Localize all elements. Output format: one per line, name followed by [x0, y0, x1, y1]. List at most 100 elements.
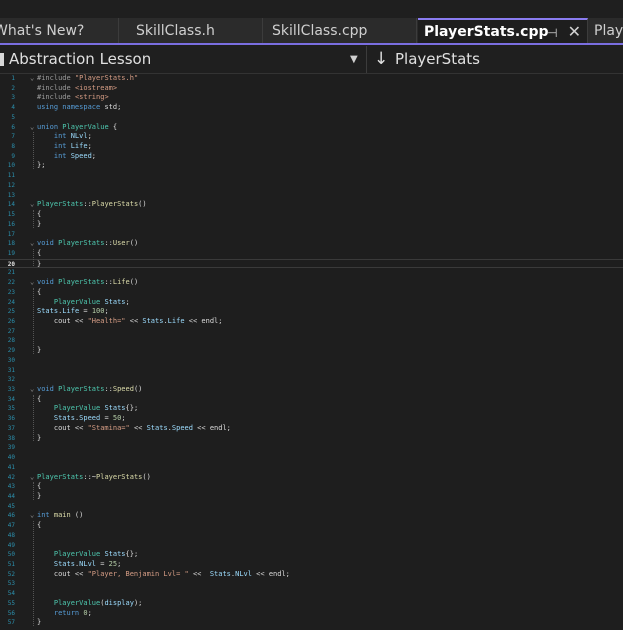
- code-token: <<: [125, 317, 143, 325]
- code-line[interactable]: 27: [0, 327, 623, 337]
- code-line[interactable]: 4 using namespace std;: [0, 103, 623, 113]
- tab-whats-new[interactable]: What's New?: [0, 18, 119, 44]
- code-token: display: [104, 598, 134, 607]
- code-line[interactable]: 44}: [0, 492, 623, 502]
- line-number: 37: [7, 424, 15, 432]
- tab-playerstats-cpp[interactable]: PlayerStats.cpp ⊣ ✕: [418, 18, 588, 44]
- code-line[interactable]: 31: [0, 366, 623, 376]
- code-line[interactable]: 25 Stats.Life = 100;: [0, 307, 623, 317]
- code-line[interactable]: 49: [0, 541, 623, 551]
- code-line[interactable]: 39: [0, 443, 623, 453]
- code-line[interactable]: 3 #include <string>: [0, 93, 623, 103]
- code-line[interactable]: 18 ⌄ void PlayerStats::User(): [0, 239, 623, 249]
- code-line[interactable]: 47 {: [0, 521, 623, 531]
- code-line[interactable]: 34 {: [0, 395, 623, 405]
- line-number: 53: [7, 580, 15, 588]
- code-line[interactable]: 41: [0, 463, 623, 473]
- code-line[interactable]: 52 cout << "Player, Benjamin Lvl= " << S…: [0, 570, 623, 580]
- code-text: void PlayerStats::Life(): [37, 278, 138, 288]
- code-line[interactable]: 9 int Speed;: [0, 152, 623, 162]
- code-line[interactable]: 51 Stats.NLvl = 25;: [0, 560, 623, 570]
- code-token: }: [37, 433, 42, 442]
- code-line[interactable]: 11: [0, 171, 623, 181]
- code-line[interactable]: 10};: [0, 161, 623, 171]
- code-text: using namespace std;: [37, 103, 121, 113]
- code-line[interactable]: 55 PlayerValue(display);: [0, 599, 623, 609]
- tab-overflow[interactable]: Playe: [588, 18, 623, 44]
- fold-chevron-icon[interactable]: ⌄: [30, 239, 34, 249]
- code-text: }: [37, 346, 41, 356]
- code-text: cout << "Player, Benjamin Lvl= " << Stat…: [37, 570, 290, 580]
- code-line[interactable]: 24 PlayerValue Stats;: [0, 298, 623, 308]
- code-line[interactable]: 53: [0, 579, 623, 589]
- code-line[interactable]: 1 ⌄ #include "PlayerStats.h": [0, 74, 623, 84]
- fold-chevron-icon[interactable]: ⌄: [30, 200, 34, 210]
- code-line[interactable]: 57}: [0, 618, 623, 628]
- code-line[interactable]: 12: [0, 181, 623, 191]
- code-editor[interactable]: 1 ⌄ #include "PlayerStats.h" 2 #include <ios…: [0, 74, 623, 630]
- code-line[interactable]: 7 int NLvl;: [0, 132, 623, 142]
- code-token: PlayerStats: [58, 278, 105, 287]
- code-text: #include <string>: [37, 93, 109, 103]
- code-token: }: [37, 346, 42, 355]
- fold-chevron-icon[interactable]: ⌄: [30, 123, 34, 133]
- code-line[interactable]: 40: [0, 453, 623, 463]
- code-line[interactable]: 17: [0, 230, 623, 240]
- code-line[interactable]: 54: [0, 589, 623, 599]
- code-line[interactable]: 26 cout << "Health=" << Stats.Life << en…: [0, 317, 623, 327]
- fold-chevron-icon[interactable]: ⌄: [30, 74, 34, 84]
- code-line[interactable]: 46 ⌄ int main (): [0, 511, 623, 521]
- tab-skillclass-cpp[interactable]: SkillClass.cpp: [266, 18, 417, 44]
- code-line[interactable]: 8 int Life;: [0, 142, 623, 152]
- project-scope-label: Abstraction Lesson: [9, 50, 152, 68]
- code-line[interactable]: 21: [0, 268, 623, 278]
- code-line[interactable]: 20}: [0, 258, 623, 269]
- code-line[interactable]: 48: [0, 531, 623, 541]
- code-line[interactable]: 23 {: [0, 288, 623, 298]
- code-line[interactable]: 22 ⌄ void PlayerStats::Life(): [0, 278, 623, 288]
- code-line[interactable]: 16}: [0, 220, 623, 230]
- code-line[interactable]: 2 #include <iostream>: [0, 84, 623, 94]
- pin-icon[interactable]: ⊣: [547, 26, 557, 40]
- code-line[interactable]: 56 return 0;: [0, 609, 623, 619]
- code-line[interactable]: 6 ⌄ union PlayerValue {: [0, 123, 623, 133]
- code-text: }: [37, 618, 41, 628]
- project-scope-dropdown[interactable]: Abstraction Lesson ▼: [0, 46, 367, 73]
- code-line[interactable]: 5: [0, 113, 623, 123]
- code-line[interactable]: 15 {: [0, 210, 623, 220]
- close-icon[interactable]: ✕: [568, 22, 581, 41]
- code-line[interactable]: 37 cout << "Stamina=" << Stats.Speed << …: [0, 424, 623, 434]
- fold-chevron-icon[interactable]: ⌄: [30, 473, 34, 483]
- code-line[interactable]: 50 PlayerValue Stats{};: [0, 550, 623, 560]
- code-token: main: [53, 511, 71, 520]
- code-line[interactable]: 32: [0, 375, 623, 385]
- code-line[interactable]: 30: [0, 356, 623, 366]
- code-line[interactable]: 42 ⌄ PlayerStats::~PlayerStats(): [0, 473, 623, 483]
- code-token: Stats: [209, 569, 231, 578]
- code-line[interactable]: 13: [0, 191, 623, 201]
- code-line[interactable]: 35 PlayerValue Stats{};: [0, 404, 623, 414]
- code-token: void: [37, 239, 59, 248]
- line-number: 49: [7, 541, 15, 549]
- arrow-down-icon: ↓: [374, 49, 389, 69]
- fold-chevron-icon[interactable]: ⌄: [30, 511, 34, 521]
- code-line[interactable]: 29}: [0, 346, 623, 356]
- code-line[interactable]: 33 ⌄ void PlayerStats::Speed(): [0, 385, 623, 395]
- code-line[interactable]: 14 ⌄ PlayerStats::PlayerStats(): [0, 200, 623, 210]
- code-line[interactable]: 43 {: [0, 482, 623, 492]
- code-line[interactable]: 38}: [0, 434, 623, 444]
- code-text: PlayerValue(display);: [37, 598, 143, 609]
- line-number: 39: [7, 444, 15, 452]
- fold-chevron-icon[interactable]: ⌄: [30, 385, 34, 395]
- code-token: User: [112, 239, 130, 248]
- code-line[interactable]: 36 Stats.Speed = 50;: [0, 414, 623, 424]
- fold-chevron-icon[interactable]: ⌄: [30, 278, 34, 288]
- code-line[interactable]: 28: [0, 336, 623, 346]
- line-number: 22: [7, 279, 15, 287]
- code-line[interactable]: 45: [0, 502, 623, 512]
- code-token: PlayerStats: [91, 200, 139, 209]
- chevron-down-icon[interactable]: ▼: [350, 46, 358, 73]
- tab-skillclass-h[interactable]: SkillClass.h: [130, 18, 263, 44]
- code-line[interactable]: 19 {: [0, 249, 623, 259]
